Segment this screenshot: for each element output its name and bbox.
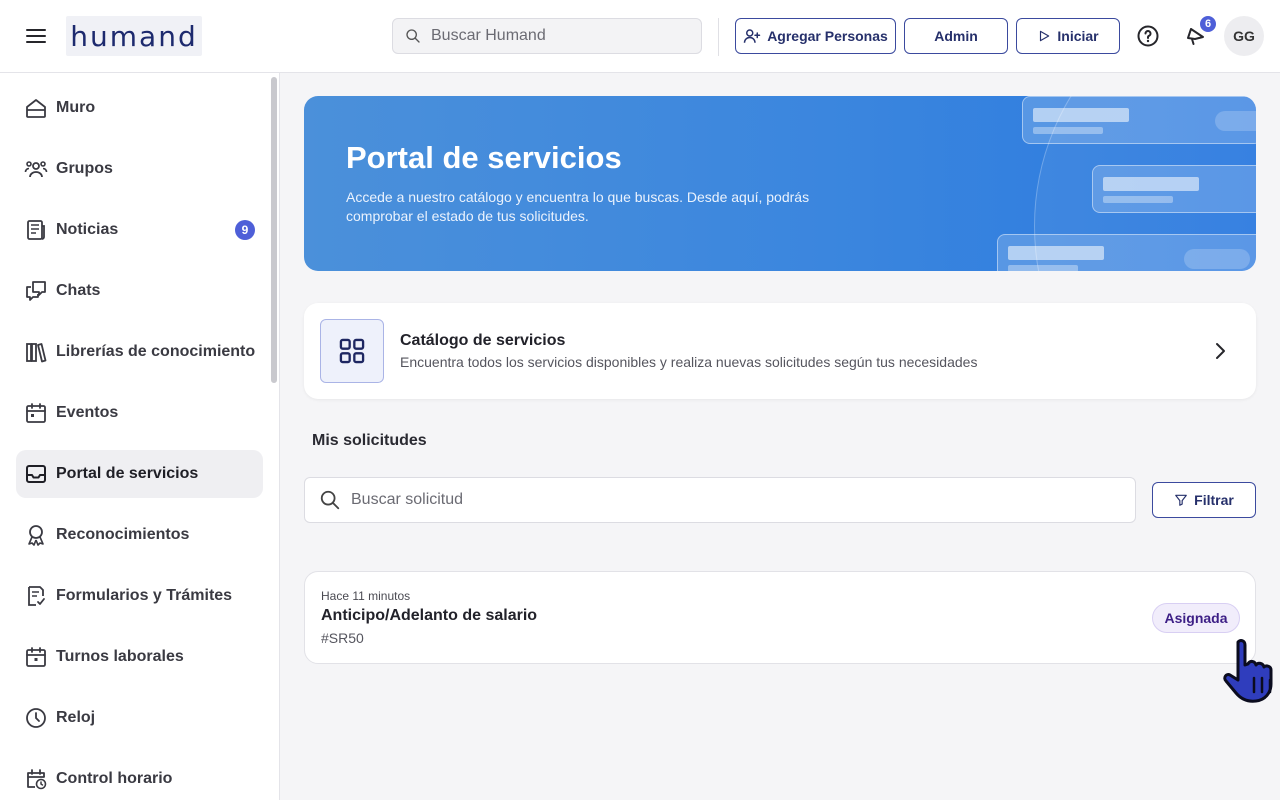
sidebar-item-reconocimientos[interactable]: Reconocimientos [16, 511, 263, 559]
page-title: Portal de servicios [346, 140, 622, 175]
start-label: Iniciar [1057, 28, 1099, 44]
sidebar-item-reloj[interactable]: Reloj [16, 694, 263, 742]
add-people-button[interactable]: Agregar Personas [735, 18, 896, 54]
filter-label: Filtrar [1194, 492, 1234, 508]
sidebar-item-eventos[interactable]: Eventos [16, 389, 263, 437]
sidebar-item-label: Grupos [56, 160, 113, 177]
sidebar-item-portal-servicios[interactable]: Portal de servicios [16, 450, 263, 498]
search-icon [320, 490, 340, 510]
catalog-description: Encuentra todos los servicios disponible… [400, 354, 978, 370]
hamburger-menu-icon[interactable] [24, 24, 48, 48]
chevron-right-icon[interactable] [1208, 339, 1232, 363]
sidebar-scrollbar[interactable] [271, 77, 277, 383]
sidebar-item-label: Eventos [56, 404, 119, 421]
sidebar-item-muro[interactable]: Muro [16, 84, 263, 132]
sidebar-item-label: Turnos laborales [56, 648, 184, 665]
sidebar-item-librerias[interactable]: Librerías de conocimiento [16, 328, 263, 376]
play-icon [1040, 30, 1050, 42]
banner-decoration [1092, 165, 1256, 213]
top-header: humand Agregar Personas Admin Iniciar 6 [0, 0, 1280, 73]
start-button[interactable]: Iniciar [1016, 18, 1120, 54]
banner-decoration [1022, 96, 1256, 144]
news-badge: 9 [235, 220, 255, 240]
request-search-input[interactable] [351, 491, 1111, 509]
sidebar-item-label: Noticias [56, 221, 119, 238]
service-catalog-card[interactable]: Catálogo de servicios Encuentra todos lo… [304, 303, 1256, 399]
banner-description: Accede a nuestro catálogo y encuentra lo… [346, 189, 810, 224]
sidebar-item-label: Librerías de conocimiento [56, 343, 256, 360]
form-icon [28, 586, 45, 606]
sidebar-item-control-horario[interactable]: Control horario [16, 755, 263, 800]
chat-icon [26, 281, 46, 301]
logo-text: humand [70, 19, 198, 53]
sidebar-item-label: Muro [56, 99, 96, 116]
add-user-icon [743, 29, 761, 43]
add-people-label: Agregar Personas [767, 28, 888, 44]
filter-button[interactable]: Filtrar [1152, 482, 1256, 518]
newspaper-icon [27, 220, 45, 240]
home-icon [26, 99, 46, 118]
avatar[interactable]: GG [1224, 16, 1264, 56]
global-search[interactable] [392, 18, 702, 54]
status-badge: Asignada [1152, 603, 1240, 633]
sidebar-item-noticias[interactable]: Noticias 9 [16, 206, 263, 254]
calendar-icon [26, 647, 46, 667]
header-divider [718, 18, 719, 56]
request-time: Hace 11 minutos [321, 589, 411, 603]
sidebar-item-label: Formularios y Trámites [56, 587, 233, 604]
people-icon [24, 161, 48, 178]
catalog-title: Catálogo de servicios [400, 332, 566, 349]
catalog-icon-box [320, 319, 384, 383]
sidebar-item-chats[interactable]: Chats [16, 267, 263, 315]
admin-button[interactable]: Admin [904, 18, 1008, 54]
grid-icon [339, 338, 365, 364]
clock-icon [26, 708, 46, 728]
search-icon [406, 29, 420, 43]
global-search-input[interactable] [431, 27, 681, 45]
sidebar-item-label: Reconocimientos [56, 526, 190, 543]
section-title: Mis solicitudes [312, 432, 427, 449]
request-title: Anticipo/Adelanto de salario [321, 607, 538, 624]
help-icon[interactable] [1136, 24, 1160, 48]
sidebar: Muro Grupos Noticias 9 Chats Librerías d… [0, 73, 280, 800]
hero-banner: Portal de servicios Accede a nuestro cat… [304, 96, 1256, 271]
notifications-badge: 6 [1198, 14, 1218, 34]
sidebar-item-grupos[interactable]: Grupos [16, 145, 263, 193]
logo[interactable]: humand [66, 16, 202, 56]
calendar-icon [26, 403, 46, 423]
admin-label: Admin [934, 28, 978, 44]
inbox-icon [26, 465, 46, 483]
sidebar-item-label: Chats [56, 282, 101, 299]
sidebar-item-formularios[interactable]: Formularios y Trámites [16, 572, 263, 620]
hand-pointer-cursor-icon [1223, 639, 1273, 703]
sidebar-item-label: Control horario [56, 770, 173, 787]
sidebar-item-turnos[interactable]: Turnos laborales [16, 633, 263, 681]
award-icon [28, 525, 44, 546]
banner-decoration [997, 234, 1256, 271]
sidebar-item-label: Portal de servicios [56, 465, 199, 482]
filter-icon [1175, 494, 1187, 506]
sidebar-item-label: Reloj [56, 709, 96, 726]
request-id: #SR50 [321, 630, 364, 646]
calendar-clock-icon [27, 769, 47, 790]
request-card[interactable]: Hace 11 minutos Anticipo/Adelanto de sal… [304, 571, 1256, 664]
library-icon [26, 343, 47, 363]
request-search[interactable] [304, 477, 1136, 523]
